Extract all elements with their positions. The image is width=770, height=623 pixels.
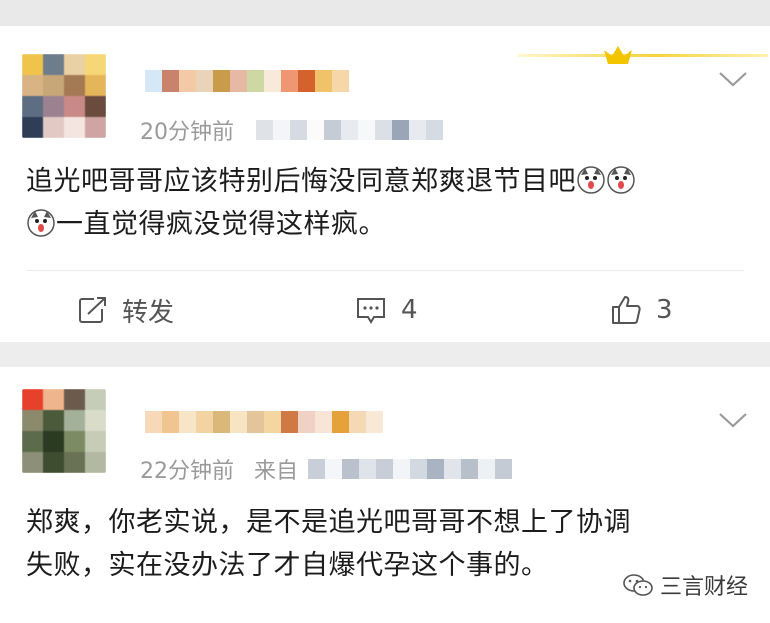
chevron-down-icon[interactable] (718, 70, 748, 88)
source-prefix: 来自 (254, 459, 299, 484)
comment-icon (357, 298, 385, 324)
repost-button[interactable]: 转发 (78, 280, 174, 340)
divider (26, 270, 744, 271)
repost-icon (79, 297, 106, 323)
husky-emoji-icon (27, 209, 55, 237)
avatar[interactable] (22, 389, 106, 473)
husky-emoji-icon (607, 166, 635, 194)
repost-label: 转发 (122, 297, 175, 328)
comment-meta: 20分钟前 (140, 114, 443, 146)
chevron-down-icon[interactable] (718, 411, 748, 429)
timestamp: 22分钟前 (140, 459, 234, 484)
comment-text: 郑爽，你老实说，是不是追光吧哥哥不想上了协调 失败，实在没办法了才自爆代孕这个事… (26, 501, 631, 587)
husky-emoji-icon (577, 166, 605, 194)
crown-icon (518, 46, 768, 64)
comment-text: 追光吧哥哥应该特别后悔没同意郑爽退节目吧 一直觉得疯没觉得这样疯。 (26, 160, 636, 246)
comment-text-line: 失败，实在没办法了才自爆代孕这个事的。 (26, 550, 549, 581)
watermark-label: 三言财经 (659, 575, 748, 600)
avatar[interactable] (22, 54, 106, 138)
username[interactable] (145, 70, 349, 92)
like-icon (612, 296, 641, 324)
comment-meta: 22分钟前 来自 (140, 453, 513, 485)
comment-count: 4 (401, 295, 418, 325)
comment-button[interactable]: 4 (355, 280, 418, 340)
username[interactable] (145, 411, 383, 433)
like-button[interactable]: 3 (610, 280, 673, 340)
wechat-icon (623, 574, 653, 596)
like-count: 3 (656, 295, 673, 325)
source-label[interactable] (308, 459, 513, 479)
watermark: 三言财经 (622, 569, 748, 601)
comment-text-line: 郑爽，你老实说，是不是追光吧哥哥不想上了协调 (26, 507, 631, 538)
timestamp: 20分钟前 (140, 120, 234, 145)
comment-card: 22分钟前 来自 郑爽，你老实说，是不是追光吧哥哥不想上了协调 失败，实在没办法… (0, 367, 770, 623)
top-strip (0, 0, 770, 26)
comment-text-line: 一直觉得疯没觉得这样疯。 (56, 209, 386, 240)
comment-card: 20分钟前 追光吧哥哥应该特别后悔没同意郑爽退节目吧 一直觉得疯没觉得这样疯。 … (0, 26, 770, 342)
source-label[interactable] (256, 120, 443, 140)
comment-text-line: 追光吧哥哥应该特别后悔没同意郑爽退节目吧 (26, 166, 576, 197)
action-bar: 转发 4 3 (0, 280, 770, 340)
